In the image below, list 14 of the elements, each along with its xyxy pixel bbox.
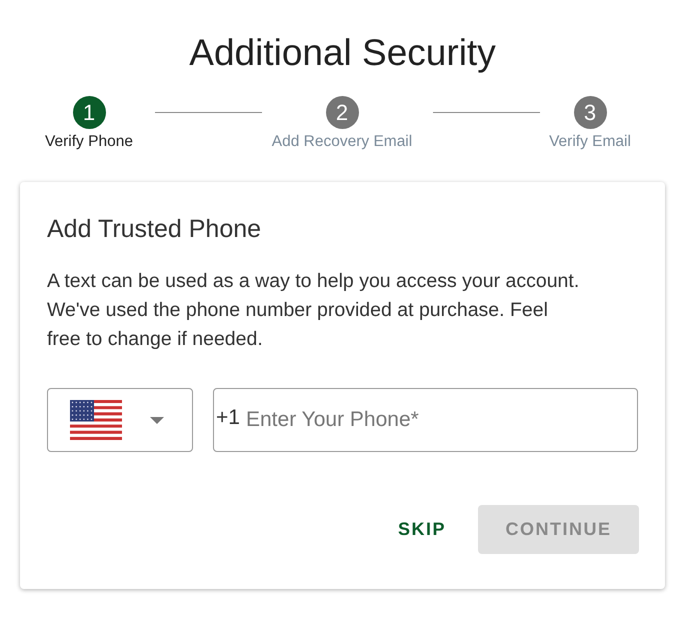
flag-icon — [70, 400, 122, 440]
page-title: Additional Security — [189, 31, 496, 75]
step-number: 1 — [72, 96, 106, 129]
step-number: 3 — [574, 96, 606, 129]
action-button[interactable]: SKIP — [390, 505, 454, 554]
card-text: A text can be used as a way to help you access your account. We've used the phone number provided at purchase. Feel free to change if needed. — [47, 269, 580, 352]
step-number: 2 — [326, 96, 358, 129]
step-label: Verify Email — [549, 132, 631, 152]
card-title: Add Trusted Phone — [47, 214, 262, 245]
country-select[interactable] — [47, 388, 193, 452]
country-code: +1 — [216, 405, 240, 431]
step-label: Add Recovery Email — [272, 132, 412, 152]
caret-icon — [150, 416, 164, 424]
step-label: Verify Phone — [45, 132, 133, 152]
